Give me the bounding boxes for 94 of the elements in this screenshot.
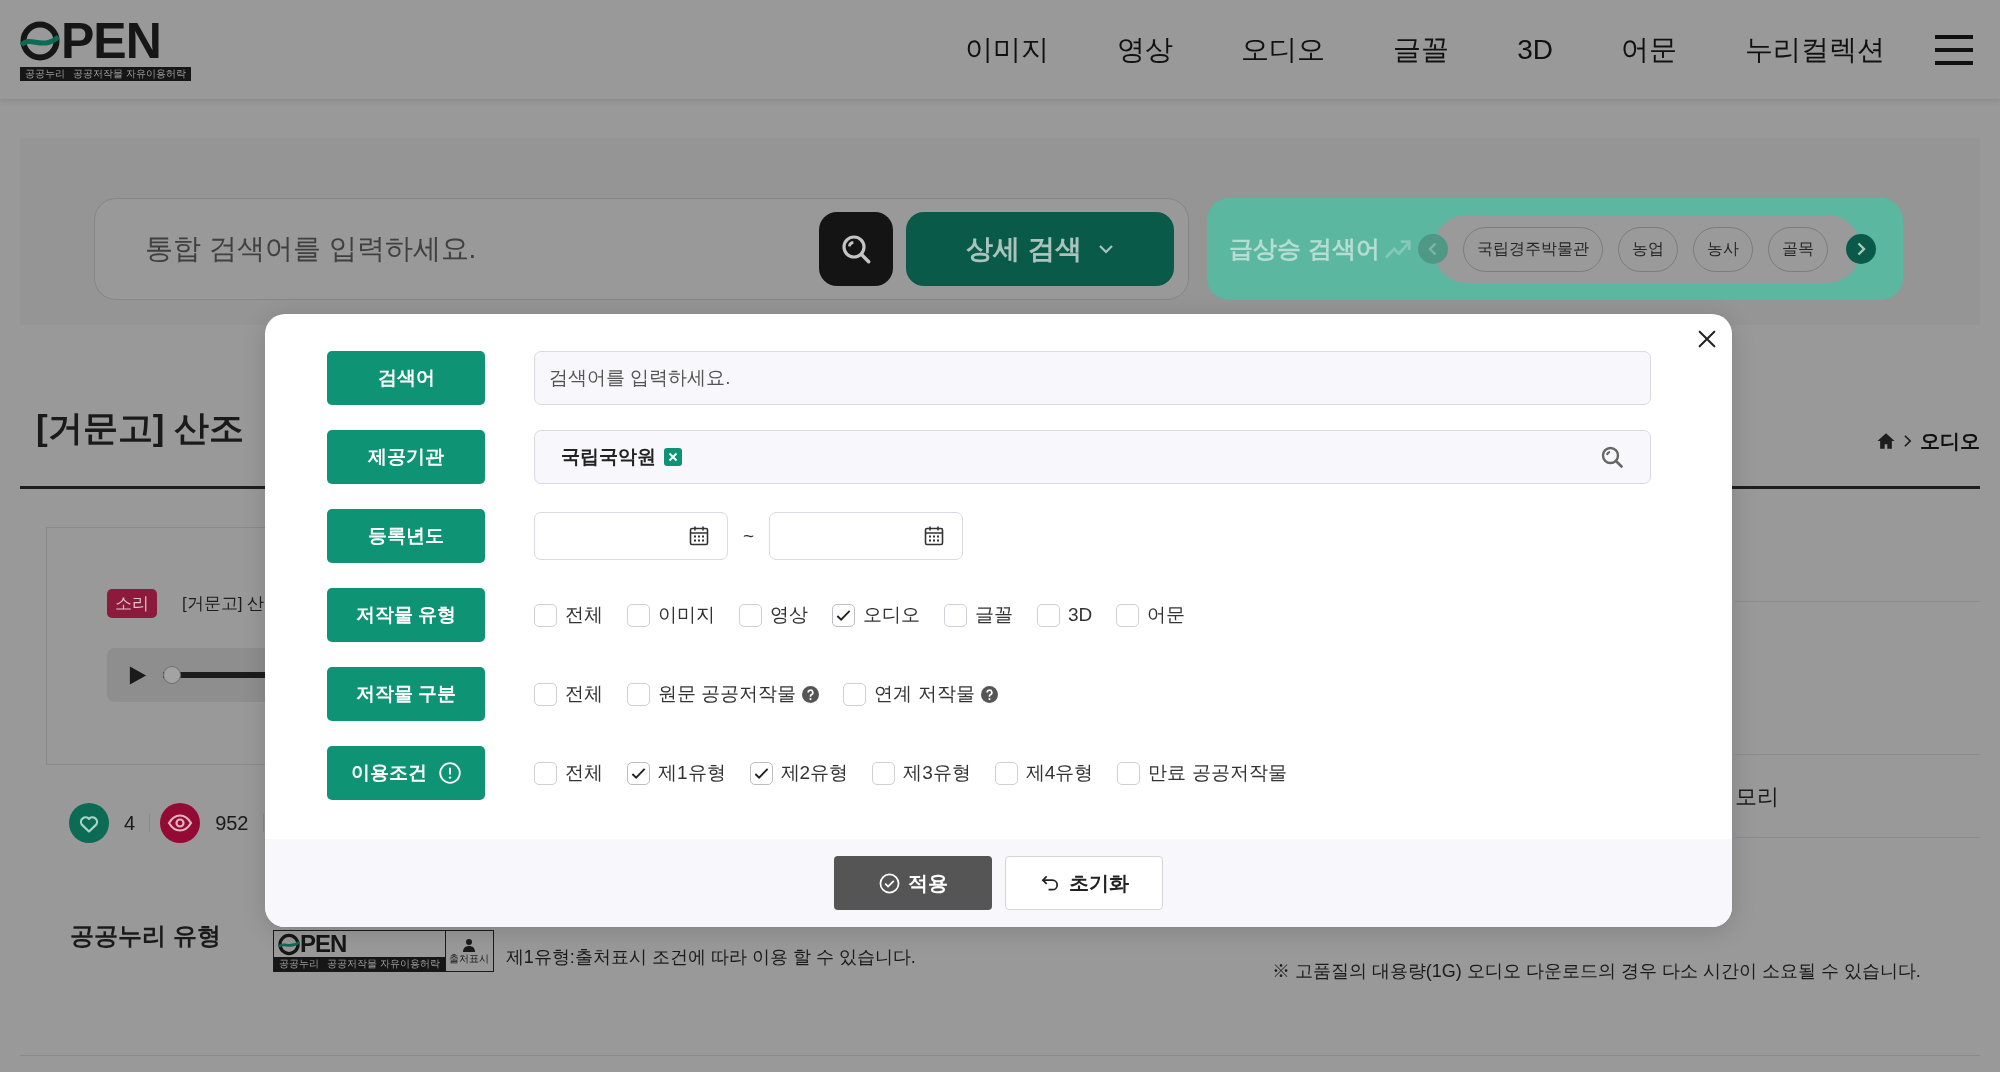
chevron-right-icon[interactable] xyxy=(1846,234,1876,264)
checkbox-label: 전체 xyxy=(565,760,603,785)
nav-link[interactable]: 오디오 xyxy=(1241,35,1326,64)
checkbox[interactable] xyxy=(534,682,557,706)
checkbox-label: 전체 xyxy=(565,681,603,706)
nav-link[interactable]: 누리컬렉션 xyxy=(1745,35,1885,64)
checkbox-label: 3D xyxy=(1068,602,1093,627)
logo-text: PEN xyxy=(61,18,161,63)
menu-icon[interactable] xyxy=(1935,33,1973,66)
provider-field[interactable]: 국립국악원 xyxy=(534,430,1651,484)
field-label: 등록년도 xyxy=(327,509,485,563)
checkbox[interactable] xyxy=(627,603,650,627)
checkbox[interactable] xyxy=(1116,603,1140,627)
logo-tagline: 공공누리 xyxy=(25,66,65,81)
checkbox-label: 오디오 xyxy=(863,602,920,627)
checkbox-label: 전체 xyxy=(565,602,603,627)
track-title: [거문고] 산 xyxy=(182,592,265,615)
checkbox-label: 연계 저작물 xyxy=(874,681,975,706)
remove-tag-icon[interactable] xyxy=(664,448,682,466)
apply-button[interactable]: 적용 xyxy=(834,856,992,910)
search-icon xyxy=(840,233,872,265)
category-badge: 소리 xyxy=(107,589,157,618)
nav-link[interactable]: 이미지 xyxy=(965,35,1050,64)
logo-text: PEN xyxy=(300,931,347,957)
checkbox[interactable] xyxy=(994,761,1018,785)
checkbox[interactable] xyxy=(843,682,867,706)
checkbox-label: 제2유형 xyxy=(780,760,849,785)
checkbox-label: 제3유형 xyxy=(903,760,971,785)
logo-tagline: 공공저작물 자유이용허락 xyxy=(73,66,186,81)
info-icon[interactable] xyxy=(439,762,461,784)
checkbox-label: 제4유형 xyxy=(1025,760,1094,785)
attribution-label: 출처표시 xyxy=(449,952,490,965)
help-icon[interactable] xyxy=(802,685,820,703)
chevron-down-icon xyxy=(1097,244,1114,254)
checkbox-label: 영상 xyxy=(770,602,808,627)
checkbox[interactable] xyxy=(1117,761,1141,785)
logo-tagline: 공공저작물 자유이용허락 xyxy=(327,957,440,971)
eye-icon[interactable] xyxy=(160,803,201,843)
checkbox-label: 글꼴 xyxy=(975,602,1013,627)
page-title: [거문고] 산조 xyxy=(36,407,245,449)
checkbox[interactable] xyxy=(1037,603,1060,627)
logo-tagline: 공공누리 xyxy=(279,957,319,971)
nav-link[interactable]: 영상 xyxy=(1117,35,1174,64)
reset-button[interactable]: 초기화 xyxy=(1005,856,1163,910)
person-icon xyxy=(462,937,477,952)
field-label: 검색어 xyxy=(327,351,485,405)
checkbox[interactable] xyxy=(627,682,650,706)
logo-mark-icon xyxy=(20,19,60,62)
nav-link[interactable]: 3D xyxy=(1517,35,1553,64)
search-icon[interactable] xyxy=(1600,445,1624,469)
side-text: 모리 xyxy=(1735,782,1779,811)
checkbox-label: 이미지 xyxy=(658,602,715,627)
license-heading: 공공누리 유형 xyxy=(70,922,221,949)
checkbox-label: 제1유형 xyxy=(658,760,726,785)
nav-link[interactable]: 글꼴 xyxy=(1393,35,1450,64)
field-label: 제공기관 xyxy=(327,430,485,484)
trending-title: 급상승 검색어 xyxy=(1229,234,1380,264)
checkbox[interactable] xyxy=(627,761,650,785)
checkbox[interactable] xyxy=(534,603,557,627)
date-field[interactable] xyxy=(769,512,964,560)
nav-link[interactable]: 어문 xyxy=(1621,35,1677,64)
checkbox[interactable] xyxy=(739,603,762,627)
provider-tag: 국립국악원 xyxy=(561,442,656,472)
breadcrumb-current: 오디오 xyxy=(1920,429,1980,454)
range-separator: ~ xyxy=(743,523,755,548)
checkbox[interactable] xyxy=(832,603,855,627)
field-label-text: 이용조건 xyxy=(351,760,427,785)
stat-count: 952 xyxy=(215,811,249,836)
progress-thumb[interactable] xyxy=(163,666,181,684)
download-notice: ※ 고품질의 대용량(1G) 오디오 다운로드의 경우 다소 시간이 소요될 수 있습니다. xyxy=(1271,960,1921,983)
checkbox[interactable] xyxy=(534,761,557,785)
field-label: 저작물 구분 xyxy=(327,667,485,721)
logo-mark-icon xyxy=(278,932,300,956)
checkbox-label: 어문 xyxy=(1147,602,1186,627)
calendar-icon[interactable] xyxy=(687,524,711,548)
keyword-field[interactable]: 검색어를 입력하세요. xyxy=(534,351,1651,405)
stat-count: 4 xyxy=(124,811,136,836)
check-circle-icon xyxy=(878,872,900,894)
home-icon[interactable] xyxy=(1877,432,1895,450)
field-label: 저작물 유형 xyxy=(327,588,485,642)
help-icon[interactable] xyxy=(980,685,998,703)
audio-progress-track[interactable] xyxy=(163,666,266,684)
checkbox-label: 원문 공공저작물 xyxy=(658,681,797,706)
play-icon[interactable] xyxy=(129,664,147,686)
checkbox[interactable] xyxy=(944,603,967,627)
chevron-right-icon xyxy=(1902,434,1913,448)
date-field[interactable] xyxy=(534,512,728,560)
checkbox[interactable] xyxy=(872,761,896,785)
close-icon xyxy=(1696,328,1718,350)
advanced-search-button[interactable]: 상세 검색 xyxy=(906,212,1174,286)
license-description: 제1유형:출처표시 조건에 따라 이용 할 수 있습니다. xyxy=(505,947,916,967)
checkbox-label: 만료 공공저작물 xyxy=(1148,760,1287,785)
search-button[interactable] xyxy=(819,212,893,286)
checkbox[interactable] xyxy=(749,761,773,785)
